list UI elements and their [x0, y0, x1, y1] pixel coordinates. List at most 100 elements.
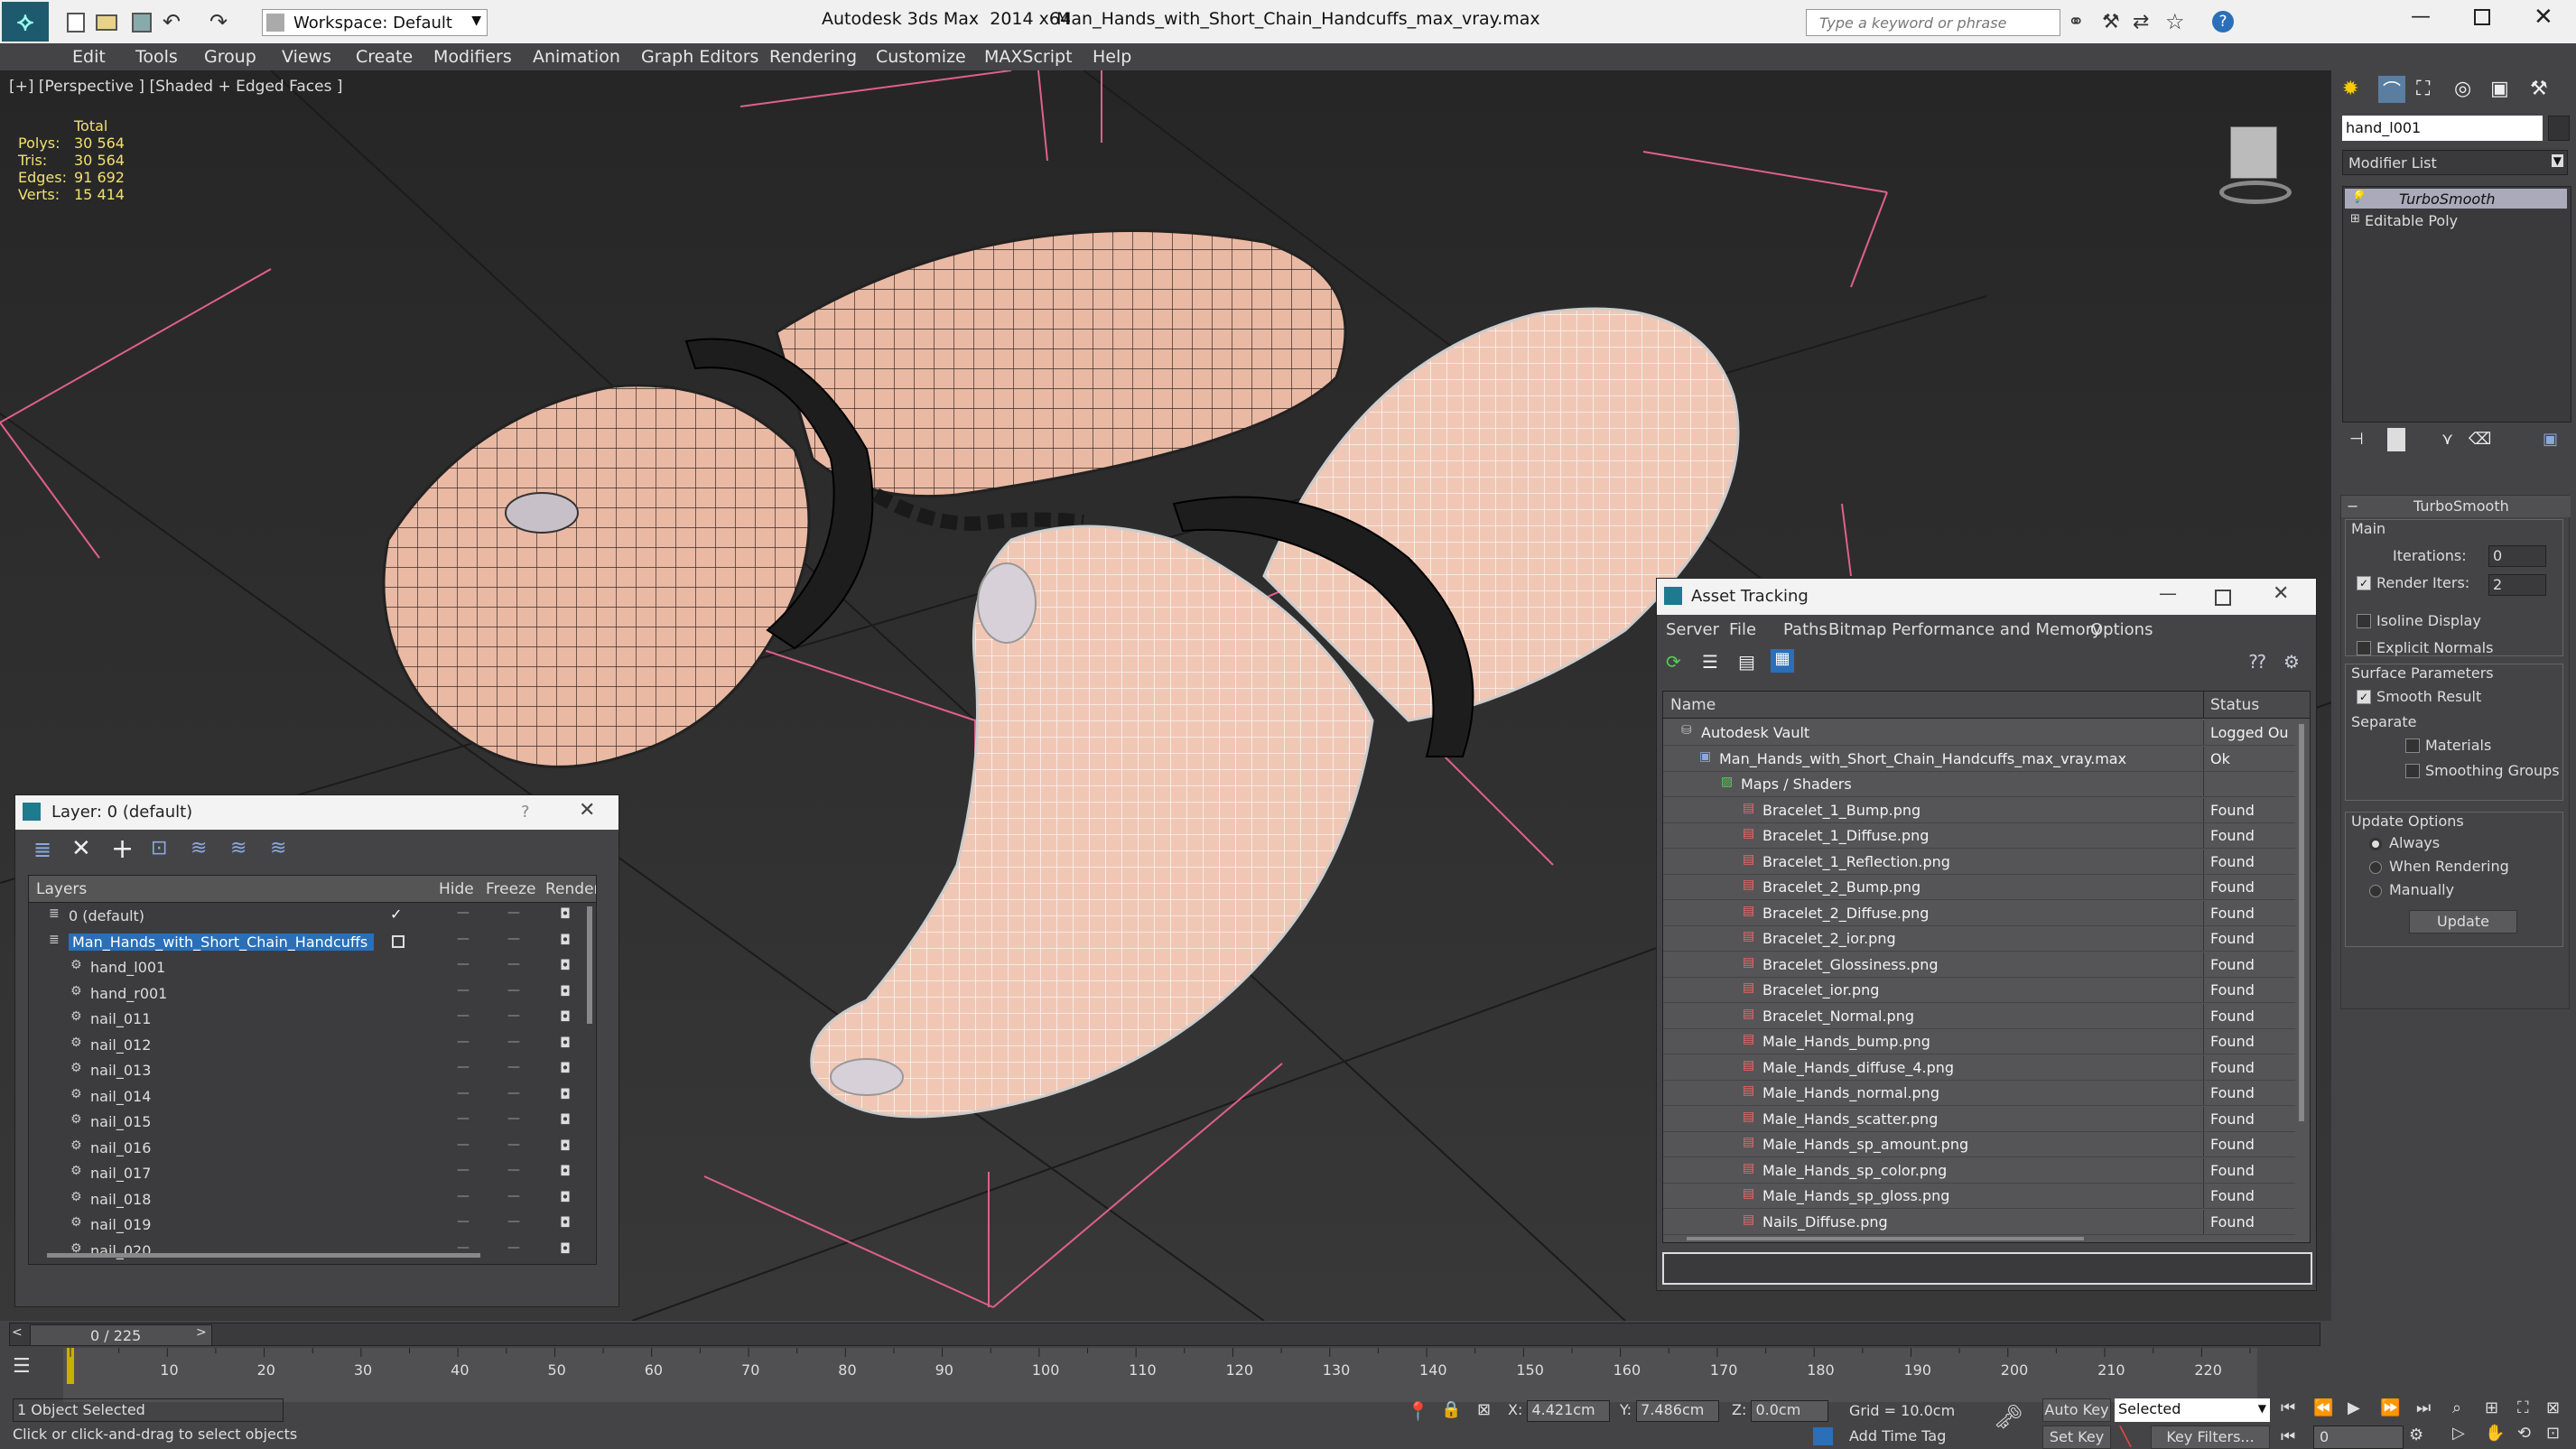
save-icon[interactable] [132, 13, 152, 33]
pan-icon[interactable]: ✋ [2485, 1424, 2505, 1443]
render-toggle-icon[interactable]: ◘ [560, 1035, 571, 1051]
asset-row[interactable]: ▤ Bracelet_1_Diffuse.png Found [1663, 823, 2295, 849]
layer-row[interactable]: ⚙ nail_018 — — ◘ [29, 1187, 580, 1212]
redo-icon[interactable]: ↷ [209, 9, 228, 34]
set-key-icon[interactable]: ╲ [2120, 1426, 2131, 1447]
add-time-tag[interactable]: Add Time Tag [1849, 1427, 1946, 1444]
freeze-toggle-icon[interactable]: — [507, 1008, 520, 1023]
asset-scrollbar[interactable] [2299, 724, 2304, 1121]
utilities-tab-icon[interactable]: ⚒ [2530, 78, 2548, 100]
menu-animation[interactable]: Animation [533, 47, 620, 67]
layer-name[interactable]: nail_017 [90, 1165, 151, 1182]
auto-key-button[interactable]: Auto Key [2042, 1398, 2111, 1422]
open-file-icon[interactable] [96, 14, 117, 31]
menu-views[interactable]: Views [282, 47, 331, 67]
hide-toggle-icon[interactable]: — [457, 957, 470, 971]
smooth-result-checkbox[interactable]: ✓ [2357, 690, 2371, 704]
layer-name[interactable]: nail_013 [90, 1062, 151, 1079]
freeze-toggle-icon[interactable]: — [507, 1086, 520, 1101]
freeze-toggle-icon[interactable]: — [507, 983, 520, 998]
layer-dialog-titlebar[interactable]: Layer: 0 (default) ? ✕ [15, 795, 618, 830]
asset-close-icon[interactable]: ✕ [2273, 582, 2289, 605]
asset-row[interactable]: ▤ Male_Hands_bump.png Found [1663, 1029, 2295, 1054]
select-in-layer-icon[interactable]: ⊡ [151, 837, 167, 859]
remove-modifier-icon[interactable]: ⌫ [2469, 430, 2491, 449]
asset-row[interactable]: ▤ Male_Hands_sp_amount.png Found [1663, 1132, 2295, 1157]
asset-menu-options[interactable]: Options [2090, 620, 2153, 639]
set-key-button[interactable]: Set Key [2042, 1426, 2111, 1449]
asset-help-icon[interactable]: ⁇ [2249, 651, 2265, 673]
layer-name[interactable]: Man_Hands_with_Short_Chain_Handcuffs [69, 933, 374, 951]
active-layer-check-icon[interactable]: ✓ [390, 906, 402, 923]
expand-icon[interactable]: ⊞ [2350, 212, 2360, 226]
close-icon[interactable]: ✕ [2534, 4, 2553, 31]
asset-row[interactable]: ▤ Male_Hands_scatter.png Found [1663, 1106, 2295, 1132]
time-slider-thumb[interactable]: 0 / 225 [30, 1324, 212, 1346]
render-toggle-icon[interactable]: ◘ [560, 932, 571, 948]
render-toggle-icon[interactable]: ◘ [560, 957, 571, 973]
object-name-field[interactable]: hand_l001 [2342, 116, 2543, 141]
add-to-layer-icon[interactable]: + [111, 833, 134, 865]
next-frame-icon[interactable]: > [196, 1325, 207, 1340]
render-toggle-icon[interactable]: ◘ [560, 1138, 571, 1154]
asset-row[interactable]: ▤ Male_Hands_normal.png Found [1663, 1081, 2295, 1106]
render-toggle-icon[interactable]: ◘ [560, 1189, 571, 1205]
list-view-icon[interactable]: ☰ [1702, 651, 1718, 673]
configure-sets-icon[interactable]: ▣ [2543, 430, 2558, 449]
asset-row[interactable]: ▨ Maps / Shaders [1663, 772, 2295, 797]
freeze-toggle-icon[interactable]: — [507, 1060, 520, 1074]
materials-checkbox[interactable] [2405, 738, 2420, 753]
asset-row[interactable]: ▤ Bracelet_1_Bump.png Found [1663, 797, 2295, 823]
layer-row[interactable]: ⚙ nail_011 — — ◘ [29, 1007, 580, 1032]
modifier-list-dropdown[interactable]: Modifier List ▼ [2342, 150, 2568, 175]
hide-all-icon[interactable]: ≋ [230, 837, 246, 859]
layer-name[interactable]: nail_018 [90, 1191, 151, 1208]
render-toggle-icon[interactable]: ◘ [560, 1111, 571, 1128]
make-unique-icon[interactable]: ⋎ [2441, 430, 2453, 449]
orbit-icon[interactable]: ⟲ [2517, 1424, 2531, 1443]
key-mode-toggle-icon[interactable]: ⏮ [2281, 1427, 2295, 1446]
layer-row[interactable]: ⚙ nail_017 — — ◘ [29, 1161, 580, 1186]
asset-minimize-icon[interactable]: — [2159, 582, 2177, 604]
prev-frame-icon[interactable]: < [12, 1325, 23, 1340]
field-of-view-icon[interactable]: ▷ [2452, 1424, 2465, 1443]
col-hide[interactable]: Hide [439, 880, 474, 898]
layer-row[interactable]: ⚙ hand_r001 — — ◘ [29, 981, 580, 1007]
layer-name[interactable]: nail_015 [90, 1113, 151, 1130]
asset-row[interactable]: ▤ Male_Hands_sp_color.png Found [1663, 1157, 2295, 1184]
key-mode-dropdown[interactable]: Selected ▼ [2115, 1398, 2270, 1422]
isoline-checkbox[interactable] [2357, 614, 2371, 628]
layer-row[interactable]: ⚙ nail_020— — ◘ [29, 1239, 580, 1264]
layer-scrollbar[interactable] [587, 906, 592, 1024]
layer-name[interactable]: nail_016 [90, 1139, 151, 1156]
layer-name[interactable]: nail_012 [90, 1036, 151, 1054]
set-current-layer-icon[interactable] [392, 934, 405, 948]
layer-name[interactable]: hand_r001 [90, 985, 167, 1002]
freeze-toggle-icon[interactable]: — [507, 1138, 520, 1152]
menu-edit[interactable]: Edit [72, 47, 106, 67]
next-key-icon[interactable]: ⏩ [2380, 1398, 2400, 1417]
hide-toggle-icon[interactable]: — [457, 1111, 470, 1126]
motion-tab-icon[interactable]: ◎ [2454, 78, 2471, 100]
menu-tools[interactable]: Tools [135, 47, 178, 67]
binoculars-icon[interactable]: ⚭ [2068, 11, 2084, 33]
z-coord-field[interactable]: 0.0cm [1751, 1400, 1829, 1422]
hide-toggle-icon[interactable]: — [457, 983, 470, 998]
refresh-icon[interactable]: ⟳ [1666, 651, 1681, 673]
layer-row[interactable]: ⚙ nail_016 — — ◘ [29, 1136, 580, 1161]
viewcube-icon[interactable] [2203, 117, 2302, 208]
freeze-toggle-icon[interactable]: — [507, 932, 520, 946]
asset-row[interactable]: ▤ Bracelet_2_Bump.png Found [1663, 875, 2295, 900]
asset-menu-server[interactable]: Server [1666, 620, 1719, 639]
asset-row[interactable]: ▤ Nails_Diffuse.png Found [1663, 1209, 2295, 1235]
asset-row[interactable]: ▤ Bracelet_Glossiness.png Found [1663, 952, 2295, 978]
asset-hscrollbar[interactable] [1687, 1237, 2084, 1240]
render-toggle-icon[interactable]: ◘ [560, 983, 571, 999]
display-tab-icon[interactable]: ▣ [2490, 78, 2509, 100]
asset-col-name[interactable]: Name [1670, 696, 1716, 714]
render-toggle-icon[interactable]: ◘ [560, 1240, 571, 1257]
new-file-icon[interactable] [67, 13, 85, 33]
layer-name[interactable]: 0 (default) [69, 907, 144, 924]
hide-toggle-icon[interactable]: — [457, 1138, 470, 1152]
render-toggle-icon[interactable]: ◘ [560, 1008, 571, 1025]
